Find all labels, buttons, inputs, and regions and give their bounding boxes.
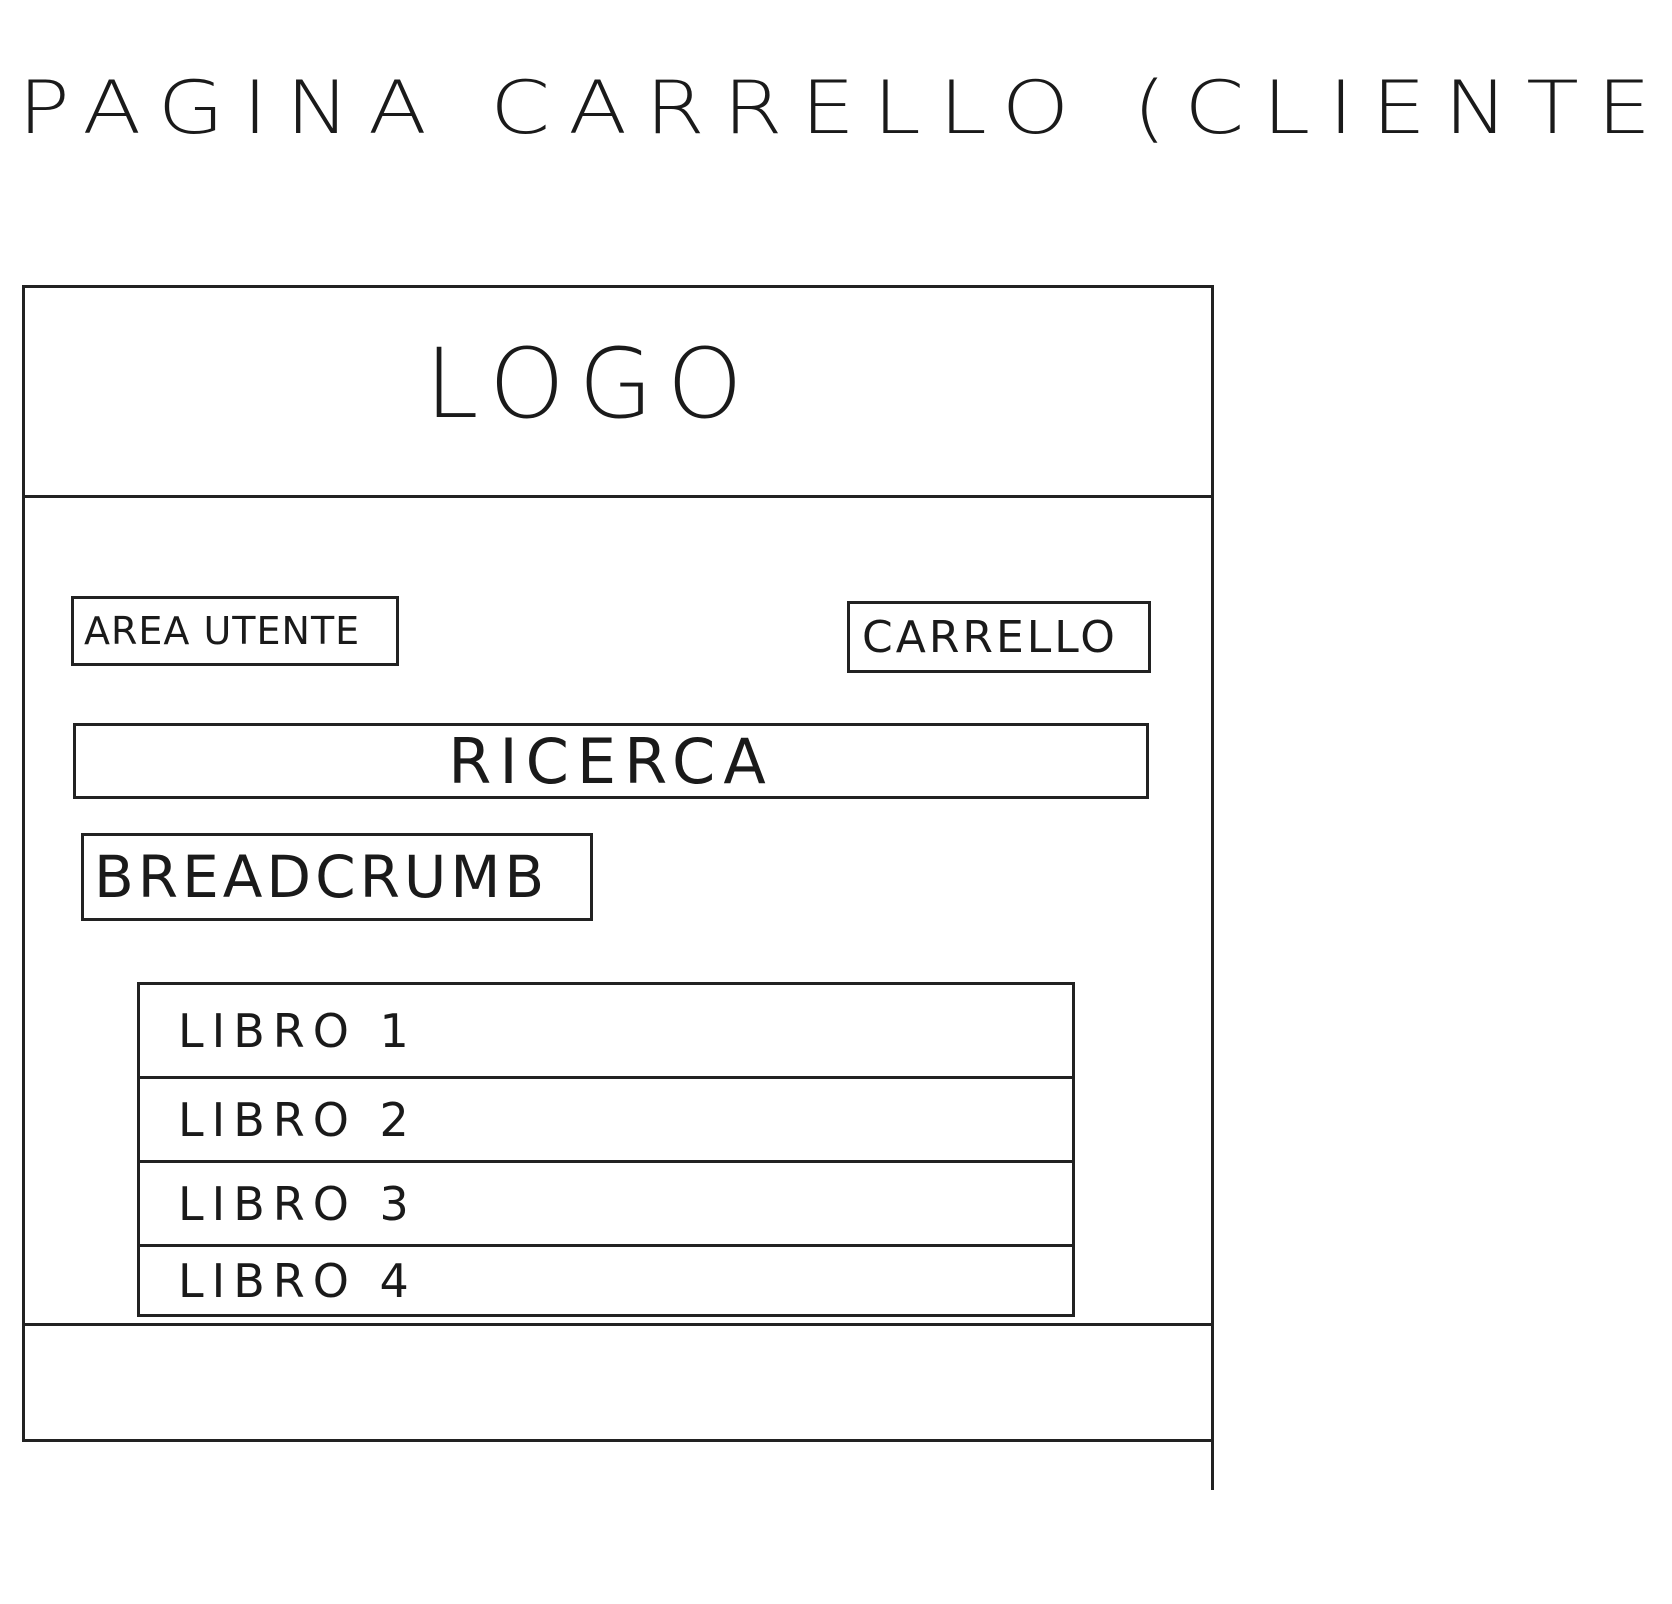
frame-edge-line bbox=[1211, 1442, 1214, 1490]
footer bbox=[25, 1323, 1211, 1439]
cart-item-2[interactable]: LIBRO 2 bbox=[140, 1079, 1072, 1163]
logo: LOGO bbox=[425, 328, 757, 440]
user-area-button[interactable]: AREA UTENTE bbox=[71, 596, 399, 666]
cart-button[interactable]: CARRELLO bbox=[847, 601, 1151, 673]
cart-item-list: LIBRO 1 LIBRO 2 LIBRO 3 LIBRO 4 bbox=[137, 982, 1075, 1317]
search-input[interactable]: RICERCA bbox=[73, 723, 1149, 799]
header: LOGO bbox=[25, 288, 1211, 498]
sheet-title: PAGINA CARRELLO (CLIENTE) bbox=[18, 66, 1672, 151]
page-wireframe: LOGO AREA UTENTE CARRELLO RICERCA BREADC… bbox=[22, 285, 1214, 1442]
cart-item-3[interactable]: LIBRO 3 bbox=[140, 1163, 1072, 1247]
cart-item-1[interactable]: LIBRO 1 bbox=[140, 985, 1072, 1079]
cart-item-4[interactable]: LIBRO 4 bbox=[140, 1247, 1072, 1317]
breadcrumb[interactable]: BREADCRUMB bbox=[81, 833, 593, 921]
